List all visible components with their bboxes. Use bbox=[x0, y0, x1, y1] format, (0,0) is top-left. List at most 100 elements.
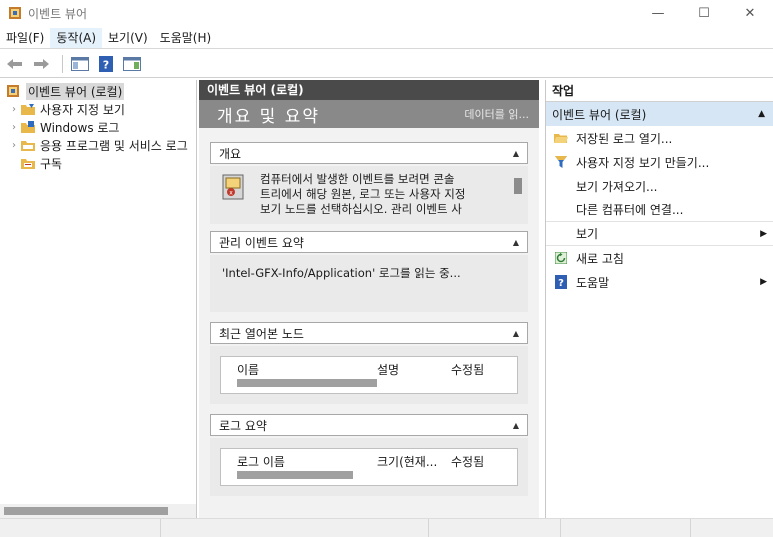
show-hide-console-tree-button[interactable] bbox=[69, 54, 91, 74]
overview-description: 컴퓨터에서 발생한 이벤트를 보려면 콘솔 트리에서 해당 원본, 로그 또는 … bbox=[260, 172, 466, 216]
action-label: 보기 가져오기... bbox=[576, 179, 658, 194]
toolbar: ? bbox=[0, 50, 773, 78]
column-header-modified[interactable]: 수정됨 bbox=[451, 453, 484, 470]
event-viewer-app-icon bbox=[8, 6, 22, 20]
maximize-button[interactable]: ☐ bbox=[681, 0, 727, 26]
event-viewer-icon bbox=[6, 84, 22, 98]
folder-icon bbox=[554, 131, 568, 145]
collapse-caret-icon[interactable]: ▲ bbox=[513, 421, 519, 430]
overview-section-header[interactable]: 개요 ▲ bbox=[210, 142, 528, 164]
column-header-modified[interactable]: 수정됨 bbox=[451, 361, 484, 378]
action-label: 사용자 지정 보기 만들기... bbox=[576, 155, 710, 170]
tree-item-windows-logs[interactable]: › Windows 로그 bbox=[0, 118, 196, 136]
menu-bar: 파일(F) 동작(A) 보기(V) 도움말(H) bbox=[0, 27, 773, 49]
action-refresh[interactable]: 새로 고침 bbox=[546, 246, 773, 270]
menu-action[interactable]: 동작(A) bbox=[50, 27, 103, 48]
actions-header: 작업 bbox=[546, 80, 773, 102]
action-create-custom-view[interactable]: 사용자 지정 보기 만들기... bbox=[546, 150, 773, 174]
app-logs-folder-icon bbox=[20, 138, 36, 152]
action-label: 도움말 bbox=[576, 275, 610, 290]
actions-group-title: 이벤트 뷰어 (로컬) bbox=[552, 107, 647, 122]
svg-text:?: ? bbox=[103, 58, 109, 71]
help-toolbar-button[interactable]: ? bbox=[95, 54, 117, 74]
tree-item-root[interactable]: 이벤트 뷰어 (로컬) bbox=[0, 82, 196, 100]
forward-arrow-icon bbox=[34, 58, 49, 69]
minimize-button[interactable]: — bbox=[635, 0, 681, 26]
log-summary-section-body: 로그 이름 크기(현재... 수정됨 bbox=[210, 438, 528, 496]
actions-pane: 작업 이벤트 뷰어 (로컬) ▲ 저장된 로그 열기... 사용자 지정 보기 … bbox=[545, 80, 773, 518]
action-help-submenu[interactable]: ? 도움말 ▶ bbox=[546, 270, 773, 294]
collapse-caret-icon[interactable]: ▲ bbox=[513, 149, 519, 158]
action-connect-other-computer[interactable]: 다른 컴퓨터에 연결... bbox=[546, 198, 773, 222]
status-divider bbox=[160, 519, 161, 537]
column-header-size[interactable]: 크기(현재... bbox=[377, 453, 437, 470]
toolbar-separator bbox=[62, 54, 63, 73]
close-button[interactable]: ✕ bbox=[727, 0, 773, 26]
menu-view[interactable]: 보기(V) bbox=[102, 28, 154, 48]
column-header-description[interactable]: 설명 bbox=[377, 361, 399, 378]
custom-view-folder-icon bbox=[20, 102, 36, 116]
console-tree-pane: 이벤트 뷰어 (로컬) › 사용자 지정 보기 › Windows 로그 › 응… bbox=[0, 80, 197, 518]
action-view-submenu[interactable]: 보기 ▶ bbox=[546, 222, 773, 246]
horizontal-scrollbar[interactable] bbox=[0, 504, 196, 518]
svg-text:x: x bbox=[229, 190, 233, 197]
menu-help[interactable]: 도움말(H) bbox=[154, 28, 218, 48]
menu-file[interactable]: 파일(F) bbox=[0, 28, 50, 48]
console-tree-icon bbox=[71, 56, 89, 71]
collapse-up-arrow-icon[interactable]: ▲ bbox=[758, 109, 765, 119]
svg-text:?: ? bbox=[558, 278, 564, 289]
admin-events-section-body: 'Intel-GFX-Info/Application' 로그를 읽는 중... bbox=[210, 255, 528, 312]
admin-events-section-header[interactable]: 관리 이벤트 요약 ▲ bbox=[210, 231, 528, 253]
recent-nodes-section-header[interactable]: 최근 열어본 노드 ▲ bbox=[210, 322, 528, 344]
column-header-log-name[interactable]: 로그 이름 bbox=[237, 453, 285, 470]
list-scrollbar-thumb[interactable] bbox=[237, 471, 353, 479]
chevron-right-icon[interactable]: › bbox=[8, 140, 20, 151]
action-pane-icon bbox=[123, 56, 141, 71]
status-divider bbox=[560, 519, 561, 537]
action-label: 보기 bbox=[576, 227, 599, 241]
recent-nodes-section-body: 이름 설명 수정됨 bbox=[210, 346, 528, 404]
back-arrow-icon bbox=[7, 58, 22, 69]
subscriptions-icon bbox=[20, 156, 36, 170]
chevron-right-icon[interactable]: › bbox=[8, 104, 20, 115]
log-summary-list[interactable]: 로그 이름 크기(현재... 수정됨 bbox=[220, 448, 518, 486]
status-divider bbox=[428, 519, 429, 537]
overview-section-body: x 컴퓨터에서 발생한 이벤트를 보려면 콘솔 트리에서 해당 원본, 로그 또… bbox=[210, 166, 528, 224]
admin-events-loading-status: 'Intel-GFX-Info/Application' 로그를 읽는 중... bbox=[222, 266, 461, 280]
submenu-arrow-icon: ▶ bbox=[760, 277, 767, 287]
tree-item-label: Windows 로그 bbox=[40, 120, 120, 135]
overview-banner-status: 데이터를 읽... bbox=[464, 108, 529, 121]
column-header-name[interactable]: 이름 bbox=[237, 361, 259, 378]
tree-item-label: 사용자 지정 보기 bbox=[40, 102, 125, 117]
tree-item-subscriptions[interactable]: 구독 bbox=[0, 154, 196, 172]
overview-banner: 개요 및 요약 데이터를 읽... bbox=[199, 100, 539, 128]
back-button[interactable] bbox=[4, 54, 26, 74]
collapse-caret-icon[interactable]: ▲ bbox=[513, 329, 519, 338]
section-title: 개요 bbox=[219, 146, 242, 161]
overview-banner-title: 개요 및 요약 bbox=[217, 106, 321, 127]
help-book-icon: ? bbox=[99, 55, 113, 72]
collapse-caret-icon[interactable]: ▲ bbox=[513, 238, 519, 247]
action-import-view[interactable]: 보기 가져오기... bbox=[546, 174, 773, 198]
tree-item-label: 구독 bbox=[40, 156, 63, 171]
forward-button[interactable] bbox=[30, 54, 52, 74]
actions-group-header[interactable]: 이벤트 뷰어 (로컬) ▲ bbox=[546, 102, 773, 126]
filter-icon bbox=[554, 155, 568, 169]
action-label: 다른 컴퓨터에 연결... bbox=[576, 203, 684, 217]
log-summary-section-header[interactable]: 로그 요약 ▲ bbox=[210, 414, 528, 436]
list-scrollbar-thumb[interactable] bbox=[237, 379, 377, 387]
show-hide-action-pane-button[interactable] bbox=[121, 54, 143, 74]
scrollbar-thumb[interactable] bbox=[4, 507, 168, 515]
section-title: 관리 이벤트 요약 bbox=[219, 235, 304, 250]
window-title: 이벤트 뷰어 bbox=[28, 6, 88, 21]
submenu-arrow-icon: ▶ bbox=[760, 228, 767, 239]
tree-item-custom-views[interactable]: › 사용자 지정 보기 bbox=[0, 100, 196, 118]
recent-nodes-list[interactable]: 이름 설명 수정됨 bbox=[220, 356, 518, 394]
refresh-icon bbox=[554, 251, 568, 265]
overview-scroll-thumb[interactable] bbox=[514, 178, 522, 194]
section-title: 최근 열어본 노드 bbox=[219, 326, 304, 341]
chevron-right-icon[interactable]: › bbox=[8, 122, 20, 133]
action-open-saved-log[interactable]: 저장된 로그 열기... bbox=[546, 126, 773, 150]
tree-item-app-service-logs[interactable]: › 응용 프로그램 및 서비스 로그 bbox=[0, 136, 196, 154]
overview-summary-pane: 이벤트 뷰어 (로컬) 개요 및 요약 데이터를 읽... 개요 ▲ x 컴퓨터… bbox=[199, 80, 539, 518]
